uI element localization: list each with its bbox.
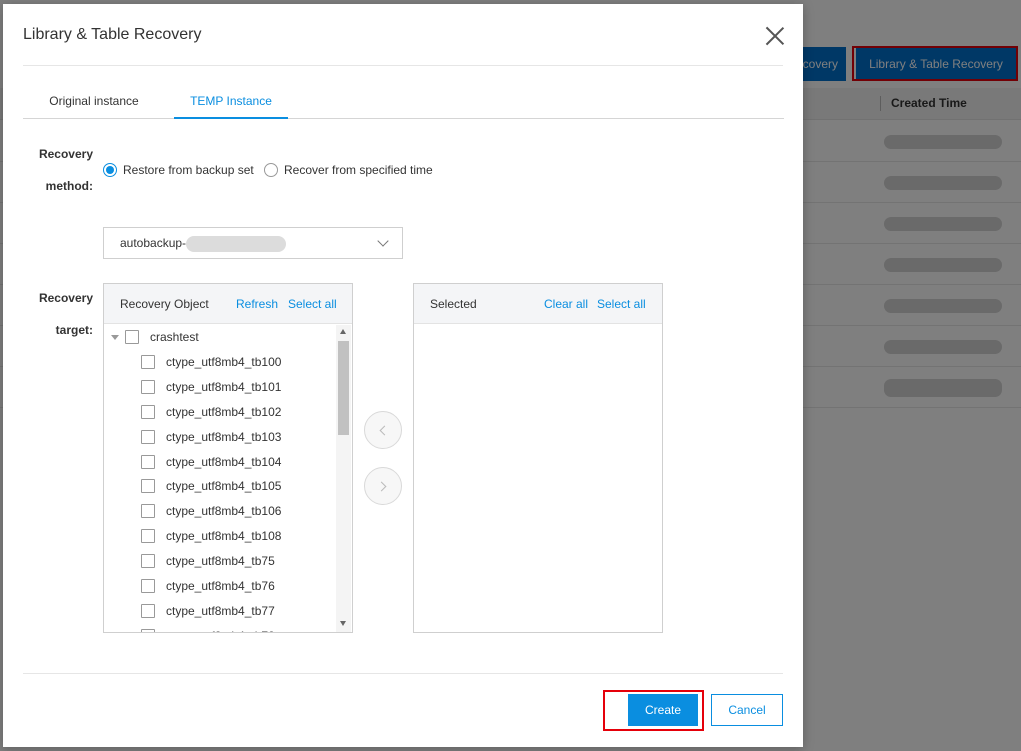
table-item-label[interactable]: ctype_utf8mb4_tb100: [166, 355, 281, 370]
redacted-backup-name: [186, 236, 286, 252]
clear-all-link[interactable]: Clear all: [544, 284, 588, 324]
radio-recover-from-specified-time[interactable]: Recover from specified time: [264, 162, 433, 178]
radio-label: Restore from backup set: [123, 163, 254, 177]
table-item-label[interactable]: ctype_utf8mb4_tb76: [166, 579, 275, 594]
table-checkbox[interactable]: [141, 455, 155, 469]
recovery-object-panel-header: Recovery Object Refresh Select all: [104, 284, 352, 324]
table-item-label[interactable]: ctype_utf8mb4_tb105: [166, 479, 281, 494]
table-item-label[interactable]: ctype_utf8mb4_tb77: [166, 604, 275, 619]
move-right-button[interactable]: [364, 467, 402, 505]
table-checkbox[interactable]: [141, 529, 155, 543]
tab-bar: Original instance TEMP Instance: [23, 86, 784, 119]
table-item-label[interactable]: ctype_utf8mb4_tb78: [166, 629, 275, 632]
tab-original-instance[interactable]: Original instance: [35, 86, 153, 119]
table-item-label[interactable]: ctype_utf8mb4_tb101: [166, 380, 281, 395]
caret-down-icon[interactable]: [111, 335, 119, 340]
title-divider: [23, 65, 783, 66]
scroll-down-arrow-icon[interactable]: [340, 621, 346, 626]
move-left-button[interactable]: [364, 411, 402, 449]
table-checkbox[interactable]: [141, 355, 155, 369]
recovery-method-label-line1: Recovery: [38, 147, 93, 161]
table-item-label[interactable]: ctype_utf8mb4_tb104: [166, 455, 281, 470]
footer-divider: [23, 673, 783, 674]
radio-restore-from-backup-set[interactable]: Restore from backup set: [103, 162, 254, 178]
close-icon[interactable]: [765, 26, 785, 46]
table-checkbox[interactable]: [141, 554, 155, 568]
table-checkbox[interactable]: [141, 504, 155, 518]
chevron-left-icon: [379, 425, 390, 436]
table-checkbox[interactable]: [141, 405, 155, 419]
scrollbar-thumb[interactable]: [338, 341, 349, 435]
dialog-title: Library & Table Recovery: [23, 26, 202, 43]
table-checkbox[interactable]: [141, 479, 155, 493]
radio-label: Recover from specified time: [284, 163, 433, 177]
select-all-link[interactable]: Select all: [288, 284, 337, 324]
table-item-label[interactable]: ctype_utf8mb4_tb75: [166, 554, 275, 569]
selected-panel-header: Selected Clear all Select all: [414, 284, 662, 324]
radio-unchecked-icon[interactable]: [264, 163, 278, 177]
chevron-down-icon: [377, 235, 389, 247]
table-checkbox[interactable]: [141, 430, 155, 444]
table-checkbox[interactable]: [141, 579, 155, 593]
highlight-box-create-button: [603, 690, 704, 731]
table-item-label[interactable]: ctype_utf8mb4_tb108: [166, 529, 281, 544]
recovery-object-title: Recovery Object: [120, 297, 209, 311]
table-item-label[interactable]: ctype_utf8mb4_tb106: [166, 504, 281, 519]
refresh-link[interactable]: Refresh: [236, 284, 278, 324]
recovery-target-label-line1: Recovery: [38, 291, 93, 305]
table-checkbox[interactable]: [141, 380, 155, 394]
selected-panel: Selected Clear all Select all: [413, 283, 663, 633]
recovery-object-panel: Recovery Object Refresh Select all crash…: [103, 283, 353, 633]
table-item-label[interactable]: ctype_utf8mb4_tb102: [166, 405, 281, 420]
table-checkbox[interactable]: [141, 604, 155, 618]
tab-temp-instance[interactable]: TEMP Instance: [174, 86, 288, 119]
tree-root-label[interactable]: crashtest: [150, 330, 199, 345]
select-all-link[interactable]: Select all: [597, 284, 646, 324]
recovery-dialog: Library & Table Recovery Original instan…: [3, 4, 803, 747]
recovery-target-label-line2: target:: [55, 323, 93, 337]
table-checkbox[interactable]: [141, 629, 155, 632]
chevron-right-icon: [376, 481, 387, 492]
scroll-up-arrow-icon[interactable]: [340, 329, 346, 334]
selected-title: Selected: [430, 297, 477, 311]
recovery-method-label-line2: method:: [45, 179, 93, 193]
backup-set-value: autobackup-: [120, 236, 187, 250]
cancel-button[interactable]: Cancel: [711, 694, 783, 726]
radio-checked-icon[interactable]: [103, 163, 117, 177]
checkbox-crashtest[interactable]: [125, 330, 139, 344]
table-item-label[interactable]: ctype_utf8mb4_tb103: [166, 430, 281, 445]
backup-set-select[interactable]: autobackup-: [103, 227, 403, 259]
